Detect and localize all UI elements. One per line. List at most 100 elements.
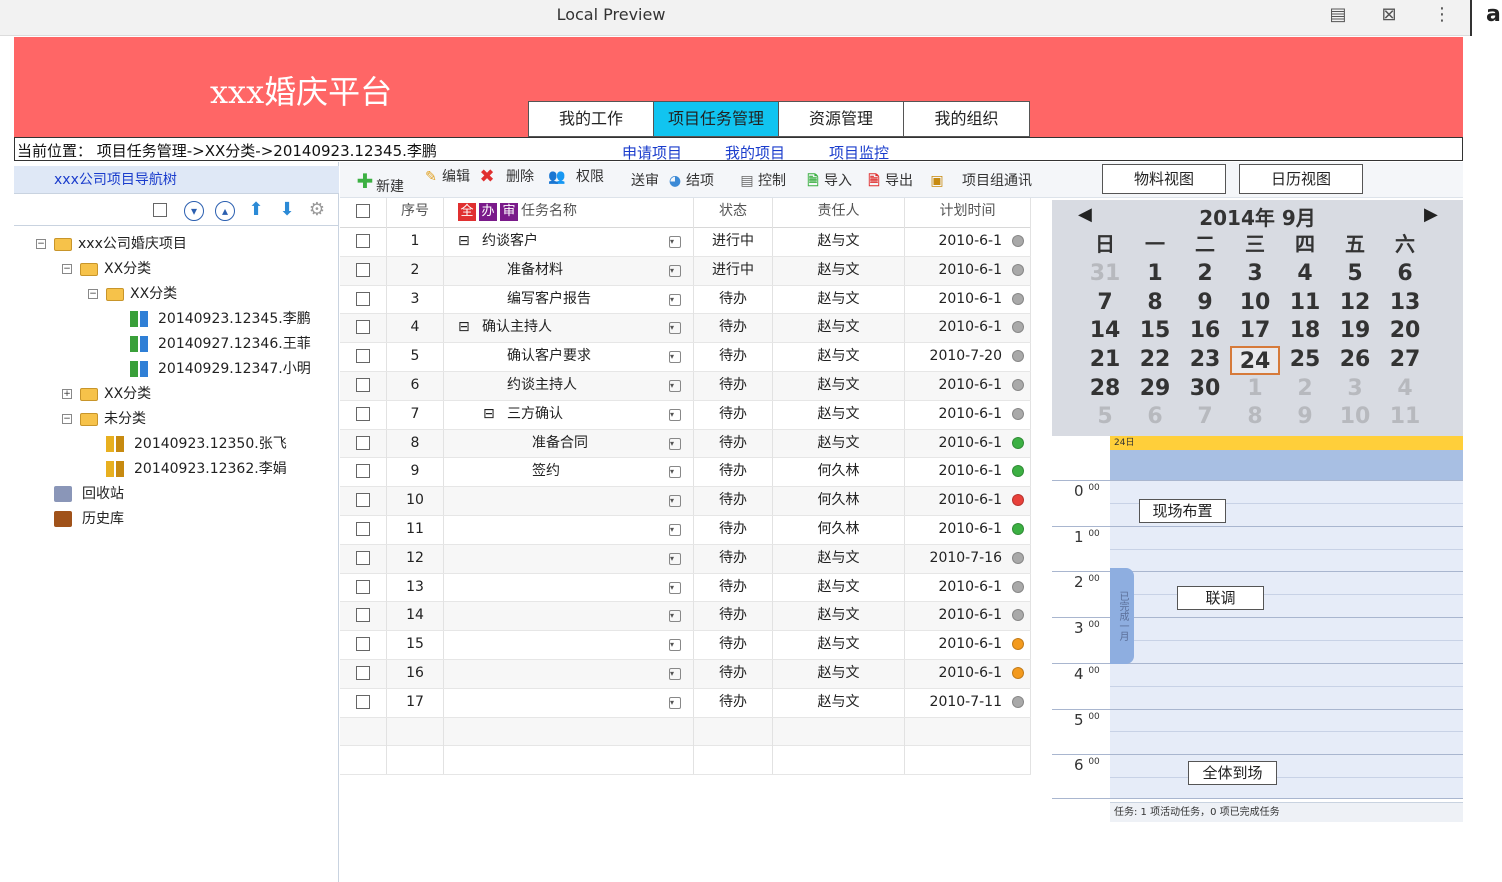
row-dropdown-icon[interactable]: ▾ — [669, 552, 681, 565]
link-project-monitor[interactable]: 项目监控 — [829, 142, 889, 163]
calendar-day[interactable]: 15 — [1130, 317, 1180, 346]
tree-node[interactable]: + XX分类 — [14, 382, 339, 407]
calendar-day[interactable]: 3 — [1230, 260, 1280, 289]
tree-node[interactable]: 回收站 — [14, 482, 339, 507]
row-expander-icon[interactable]: ⊟ — [458, 314, 472, 340]
table-row[interactable]: 10 ▾ 待办 何久林 2010-6-1 — [340, 487, 1031, 516]
table-row[interactable]: 2 准备材料 ▾ 进行中 赵与文 2010-6-1 — [340, 256, 1031, 286]
row-dropdown-icon[interactable]: ▾ — [669, 408, 681, 421]
calendar-day[interactable]: 19 — [1330, 317, 1380, 346]
calendar-day[interactable]: 4 — [1280, 260, 1330, 289]
table-row[interactable]: 13 ▾ 待办 赵与文 2010-6-1 — [340, 573, 1031, 603]
table-row[interactable]: 3 编写客户报告 ▾ 待办 赵与文 2010-6-1 — [340, 285, 1031, 315]
row-checkbox[interactable] — [356, 579, 370, 594]
control-button[interactable]: ▤ 控制 — [738, 170, 786, 190]
table-row[interactable]: 8 准备合同 ▾ 待办 赵与文 2010-6-1 — [340, 429, 1031, 459]
nav-tab-0[interactable]: 我的工作 — [529, 102, 654, 136]
row-checkbox[interactable] — [356, 694, 370, 709]
new-button[interactable]: ✚ 新建 — [356, 170, 404, 195]
calendar-day[interactable]: 25 — [1280, 346, 1330, 375]
next-month-icon[interactable]: ▶ — [1424, 204, 1438, 225]
calendar-day[interactable]: 20 — [1380, 317, 1430, 346]
calendar-day[interactable]: 10 — [1230, 289, 1280, 318]
move-up-icon[interactable]: ⬆ — [246, 201, 266, 221]
row-checkbox[interactable] — [356, 493, 370, 508]
calendar-day[interactable]: 13 — [1380, 289, 1430, 318]
permission-button[interactable]: 👥 权限 — [548, 168, 604, 186]
calendar-day[interactable]: 7 — [1180, 403, 1230, 432]
calendar-day[interactable]: 22 — [1130, 346, 1180, 375]
table-row[interactable]: 14 ▾ 待办 赵与文 2010-6-1 — [340, 602, 1031, 632]
row-checkbox[interactable] — [356, 464, 370, 479]
calendar-day[interactable]: 8 — [1130, 289, 1180, 318]
row-checkbox[interactable] — [356, 378, 370, 392]
row-expander-icon[interactable]: ⊟ — [483, 401, 497, 427]
tree-node[interactable]: 20140927.12346.王菲 — [14, 332, 339, 357]
row-dropdown-icon[interactable]: ▾ — [669, 380, 681, 392]
calendar-day[interactable]: 24 — [1230, 346, 1280, 375]
tree-expander-icon[interactable]: + — [62, 389, 72, 399]
calendar-day[interactable]: 5 — [1330, 260, 1380, 289]
tree-node[interactable]: − 未分类 — [14, 407, 339, 432]
row-checkbox[interactable] — [356, 608, 370, 623]
table-row[interactable]: 17 ▾ 待办 赵与文 2010-7-11 — [340, 688, 1031, 718]
table-row[interactable]: 15 ▾ 待办 赵与文 2010-6-1 — [340, 631, 1031, 660]
tree-node[interactable]: 20140929.12347.小明 — [14, 357, 339, 382]
calendar-day[interactable]: 8 — [1230, 403, 1280, 432]
filter-review-tag[interactable]: 审 — [500, 203, 518, 221]
tree-node[interactable]: − XX分类 — [14, 257, 339, 282]
row-dropdown-icon[interactable]: ▾ — [669, 466, 681, 479]
table-row[interactable]: 16 ▾ 待办 赵与文 2010-6-1 — [340, 660, 1031, 689]
collapse-up-icon[interactable]: ▴ — [215, 201, 235, 221]
table-row[interactable]: 5 确认客户要求 ▾ 待办 赵与文 2010-7-20 — [340, 343, 1031, 372]
filter-todo-tag[interactable]: 办 — [479, 203, 497, 221]
row-dropdown-icon[interactable]: ▾ — [669, 236, 681, 248]
row-checkbox[interactable] — [356, 666, 370, 680]
calendar-day[interactable]: 9 — [1280, 403, 1330, 432]
calendar-day[interactable]: 9 — [1180, 289, 1230, 318]
tree-node[interactable]: 20140923.12362.李娟 — [14, 457, 339, 482]
calendar-day[interactable]: 1 — [1230, 375, 1280, 404]
settings-gear-icon[interactable]: ⚙ — [307, 201, 327, 221]
team-comm-button[interactable]: ▣ 项目组通讯 — [928, 170, 1032, 190]
calendar-day[interactable]: 21 — [1080, 346, 1130, 375]
calendar-day[interactable]: 3 — [1330, 375, 1380, 404]
calendar-day[interactable]: 31 — [1080, 260, 1130, 289]
reader-icon[interactable]: ▤ — [1326, 4, 1350, 28]
tree-node[interactable]: − XX分类 — [14, 282, 339, 307]
more-icon[interactable]: ⋮ — [1430, 4, 1454, 28]
row-dropdown-icon[interactable]: ▾ — [669, 322, 681, 335]
calendar-day[interactable]: 29 — [1130, 375, 1180, 404]
expand-down-icon[interactable]: ▾ — [184, 201, 204, 221]
calendar-day[interactable]: 11 — [1380, 403, 1430, 432]
completed-tab[interactable]: 已完成一月 — [1110, 568, 1134, 664]
nav-tab-1[interactable]: 项目任务管理 — [654, 102, 779, 136]
calendar-day[interactable]: 14 — [1080, 317, 1130, 346]
table-row[interactable]: 7 ⊟ 三方确认 ▾ 待办 赵与文 2010-6-1 — [340, 400, 1031, 430]
table-row[interactable] — [340, 717, 1031, 747]
finish-button[interactable]: ◕ 结项 — [666, 170, 714, 190]
edit-button[interactable]: ✎ 编辑 — [422, 168, 470, 186]
link-apply-project[interactable]: 申请项目 — [622, 142, 682, 163]
row-checkbox[interactable] — [356, 637, 370, 652]
filter-all-tag[interactable]: 全 — [458, 203, 476, 221]
material-view-button[interactable]: 物料视图 — [1102, 164, 1226, 194]
calendar-view-button[interactable]: 日历视图 — [1239, 164, 1363, 194]
event-joint-debug[interactable]: 联调 — [1177, 586, 1264, 610]
tree-select-all-checkbox[interactable] — [153, 203, 167, 217]
calendar-day[interactable]: 4 — [1380, 375, 1430, 404]
calendar-day[interactable]: 11 — [1280, 289, 1330, 318]
calendar-day[interactable]: 17 — [1230, 317, 1280, 346]
calendar-day[interactable]: 30 — [1180, 375, 1230, 404]
row-dropdown-icon[interactable]: ▾ — [669, 581, 681, 594]
nav-tab-2[interactable]: 资源管理 — [779, 102, 904, 136]
row-checkbox[interactable] — [356, 234, 370, 248]
calendar-day[interactable]: 2 — [1280, 375, 1330, 404]
calendar-day[interactable]: 1 — [1130, 260, 1180, 289]
row-dropdown-icon[interactable]: ▾ — [669, 610, 681, 623]
calendar-day[interactable]: 27 — [1380, 346, 1430, 375]
table-row[interactable]: 1 ⊟ 约谈客户 ▾ 进行中 赵与文 2010-6-1 — [340, 228, 1031, 257]
tree-node[interactable]: 20140923.12350.张飞 — [14, 432, 339, 457]
table-row[interactable]: 9 签约 ▾ 待办 何久林 2010-6-1 — [340, 458, 1031, 488]
table-row[interactable]: 6 约谈主持人 ▾ 待办 赵与文 2010-6-1 — [340, 372, 1031, 401]
